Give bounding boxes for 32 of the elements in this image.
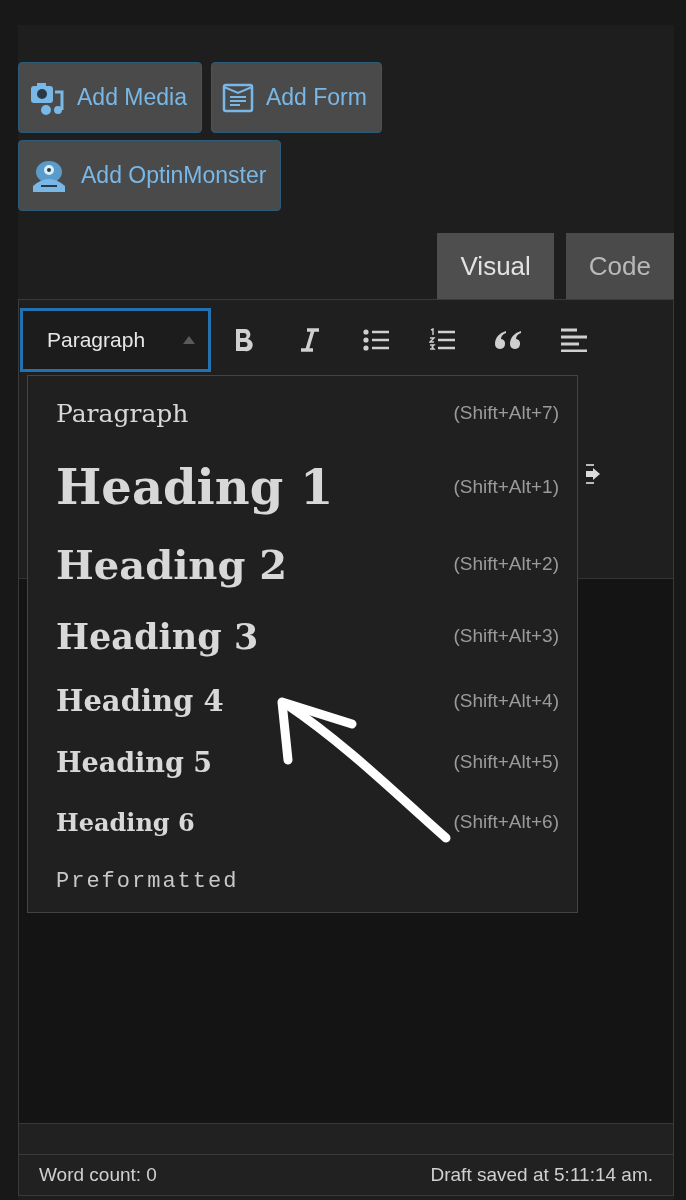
format-option[interactable]: Heading 1 <box>56 459 334 515</box>
editor-tab[interactable]: Code <box>565 233 674 299</box>
format-select[interactable]: Paragraph <box>20 308 211 372</box>
word-count: Word count: 0 <box>39 1164 157 1186</box>
editor-tab[interactable]: Visual <box>437 233 554 299</box>
shortcut-text: (Shift+Alt+5) <box>453 751 559 773</box>
shortcut-text: (Shift+Alt+4) <box>453 690 559 712</box>
bullet-list-icon[interactable] <box>363 329 389 351</box>
media-button[interactable]: Add Media <box>18 62 202 133</box>
format-option[interactable]: Preformatted <box>56 868 239 894</box>
align-left-icon[interactable] <box>560 328 588 352</box>
format-option[interactable]: Paragraph <box>56 398 189 428</box>
caret-icon <box>182 335 196 345</box>
form-icon <box>221 82 254 113</box>
quote-icon[interactable] <box>494 329 522 351</box>
shortcut-text: (Shift+Alt+2) <box>453 553 559 575</box>
arrow-icon[interactable] <box>585 463 601 485</box>
shortcut-text: (Shift+Alt+6) <box>453 811 559 833</box>
shortcut-text: (Shift+Alt+7) <box>453 402 559 424</box>
format-option[interactable]: Heading 3 <box>56 615 259 657</box>
shortcut-text: (Shift+Alt+1) <box>453 476 559 498</box>
format-option[interactable]: Heading 4 <box>56 684 224 718</box>
media-button[interactable]: Add OptinMonster <box>18 140 282 211</box>
format-option[interactable]: Heading 2 <box>56 540 288 588</box>
media-button[interactable]: Add Form <box>210 62 382 133</box>
draft-status: Draft saved at 5:11:14 am. <box>430 1164 653 1186</box>
numbered-list-icon[interactable] <box>429 328 455 352</box>
format-option[interactable]: Heading 6 <box>56 807 195 837</box>
format-option[interactable]: Heading 5 <box>56 746 212 778</box>
shortcut-text: (Shift+Alt+3) <box>453 625 559 647</box>
bold-icon[interactable] <box>234 328 254 352</box>
italic-icon[interactable] <box>300 328 320 352</box>
